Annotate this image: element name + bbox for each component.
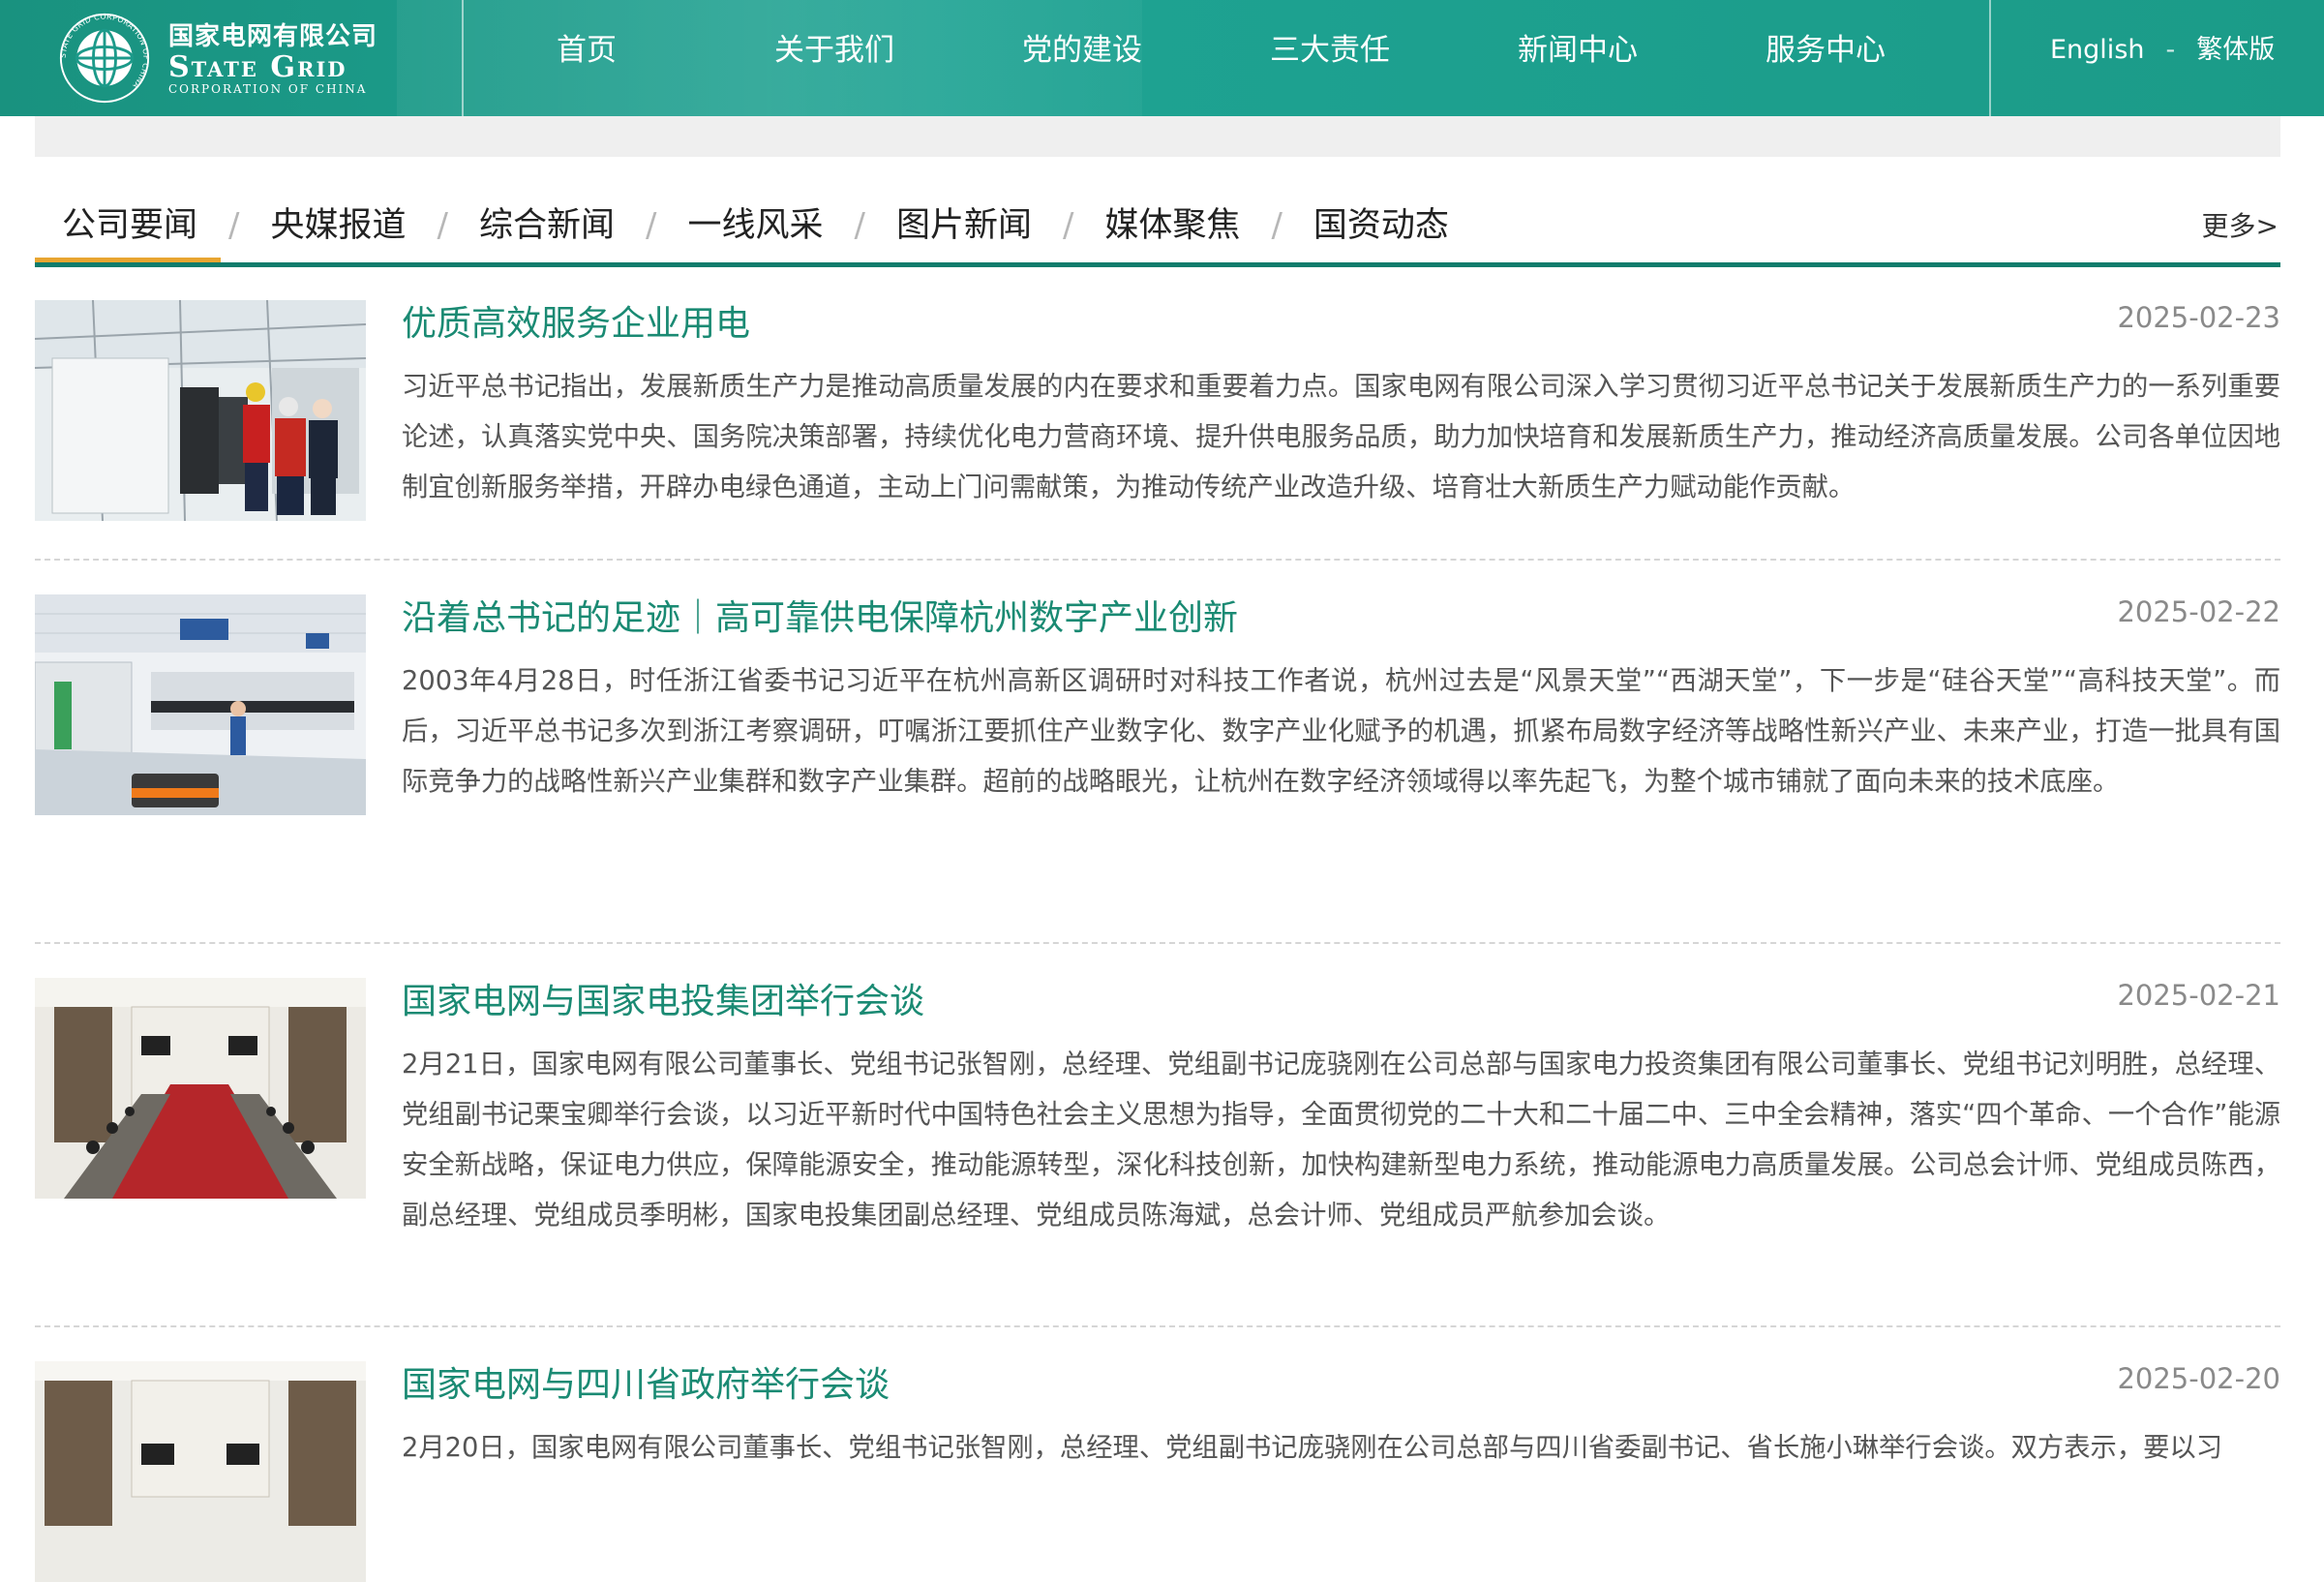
english-link[interactable]: English [2050,35,2145,65]
tab-separator: / [1062,206,1074,245]
news-item: 沿着总书记的足迹｜高可靠供电保障杭州数字产业创新 2025-02-22 2003… [35,594,2280,944]
digital-factory-photo [35,594,366,815]
logo-en-name: State Grid [168,50,347,84]
tab-company-news[interactable]: 公司要闻 [35,194,225,258]
logo-cn-name: 国家电网有限公司 [168,22,378,51]
news-date: 2025-02-20 [2117,1362,2280,1395]
news-list: 优质高效服务企业用电 2025-02-23 习近平总书记指出，发展新质生产力是推… [35,300,2280,1582]
news-summary: 2003年4月28日，时任浙江省委书记习近平在杭州高新区调研时对科技工作者说，杭… [402,666,2280,797]
site-logo[interactable]: STATE GRID CORPORATION OF CHINA 国家电网有限公司… [58,12,407,105]
top-header: STATE GRID CORPORATION OF CHINA 国家电网有限公司… [0,0,2324,116]
tab-separator: / [437,206,448,245]
news-summary: 2月21日，国家电网有限公司董事长、党组书记张智刚，总经理、党组副书记庞骁刚在公… [402,1050,2280,1231]
news-title[interactable]: 国家电网与国家电投集团举行会谈 [35,978,2280,1026]
news-thumbnail[interactable] [35,1361,366,1582]
nav-home[interactable]: 首页 [463,0,710,101]
header-divider [1989,0,1991,116]
news-item: 国家电网与国家电投集团举行会谈 2025-02-21 2月21日，国家电网有限公… [35,978,2280,1327]
nav-service-center[interactable]: 服务中心 [1702,0,1949,101]
tab-separator: / [1271,206,1283,245]
tab-separator: / [854,206,865,245]
nav-about-us[interactable]: 关于我们 [710,0,958,101]
language-switcher: English - 繁体版 [2050,0,2275,101]
news-date: 2025-02-23 [2117,301,2280,334]
meeting-room-photo [35,978,366,1199]
tab-photo-news[interactable]: 图片新闻 [869,194,1059,258]
breadcrumb-strip [35,116,2280,157]
active-tab-indicator [35,258,221,262]
news-item: 国家电网与四川省政府举行会谈 2025-02-20 2月20日，国家电网有限公司… [35,1361,2280,1582]
factory-workers-photo [35,300,366,521]
main-nav: 首页 关于我们 党的建设 三大责任 新闻中心 服务中心 [463,0,1949,116]
nav-news-center[interactable]: 新闻中心 [1454,0,1702,101]
news-summary: 2月20日，国家电网有限公司董事长、党组书记张智刚，总经理、党组副书记庞骁刚在公… [402,1433,2222,1463]
more-link[interactable]: 更多> [2202,205,2279,244]
traditional-chinese-link[interactable]: 繁体版 [2196,35,2275,65]
nav-party-building[interactable]: 党的建设 [958,0,1206,101]
news-item: 优质高效服务企业用电 2025-02-23 习近平总书记指出，发展新质生产力是推… [35,300,2280,561]
news-title[interactable]: 国家电网与四川省政府举行会谈 [35,1361,2280,1410]
news-thumbnail[interactable] [35,594,366,815]
meeting-room-photo [35,1361,366,1582]
news-title[interactable]: 优质高效服务企业用电 [35,300,2280,349]
news-title[interactable]: 沿着总书记的足迹｜高可靠供电保障杭州数字产业创新 [35,594,2280,643]
news-date: 2025-02-21 [2117,979,2280,1012]
tab-general-news[interactable]: 综合新闻 [452,194,642,258]
tab-separator: / [645,206,657,245]
language-separator: - [2165,35,2176,65]
logo-en-subtitle: CORPORATION OF CHINA [168,82,368,96]
news-thumbnail[interactable] [35,300,366,521]
nav-three-responsibilities[interactable]: 三大责任 [1206,0,1454,101]
news-thumbnail[interactable] [35,978,366,1199]
tab-media-focus[interactable]: 媒体聚焦 [1077,194,1267,258]
logo-text: 国家电网有限公司 State Grid CORPORATION OF CHINA [168,20,377,96]
tab-separator: / [228,206,240,245]
state-grid-emblem-icon: STATE GRID CORPORATION OF CHINA [59,13,150,104]
news-summary: 习近平总书记指出，发展新质生产力是推动高质量发展的内在要求和重要着力点。国家电网… [402,372,2280,502]
news-category-tabs: 公司要闻 / 央媒报道 / 综合新闻 / 一线风采 / 图片新闻 / 媒体聚焦 … [35,194,2280,267]
tab-frontline[interactable]: 一线风采 [660,194,850,258]
tab-central-media[interactable]: 央媒报道 [243,194,433,258]
tab-sasac-news[interactable]: 国资动态 [1286,194,1476,258]
news-date: 2025-02-22 [2117,595,2280,628]
